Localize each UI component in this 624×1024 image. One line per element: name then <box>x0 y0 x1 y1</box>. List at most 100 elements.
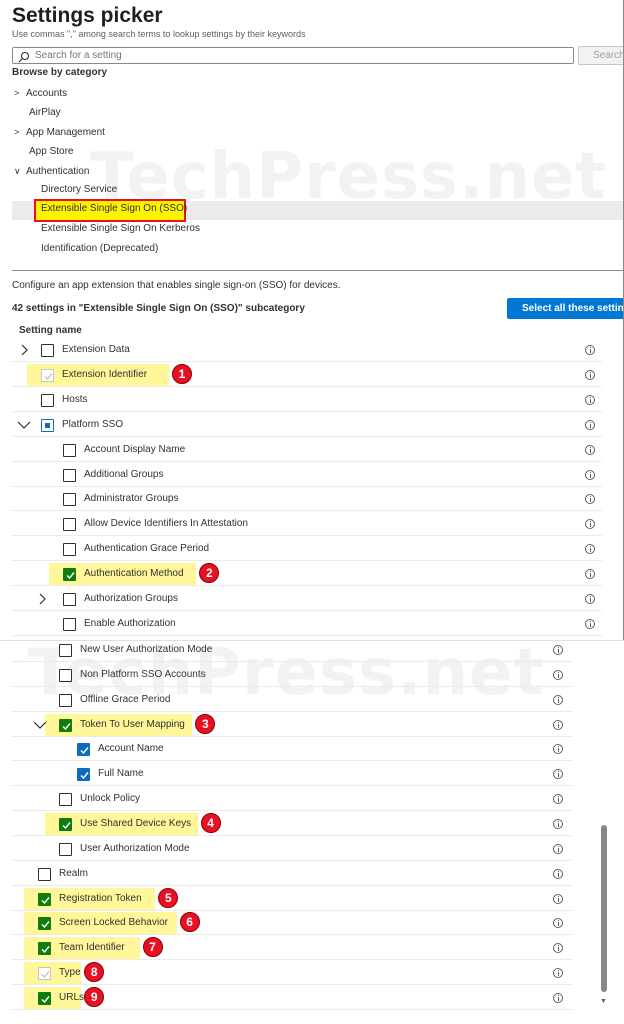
chevron-right-icon[interactable] <box>35 592 49 606</box>
setting-row[interactable]: Extension Identifier 1 <box>12 363 602 387</box>
setting-checkbox[interactable] <box>38 942 51 956</box>
info-icon[interactable] <box>553 943 563 954</box>
setting-row[interactable]: Extension Data <box>12 338 602 362</box>
info-icon[interactable] <box>585 494 595 505</box>
info-icon[interactable] <box>585 369 595 380</box>
info-icon[interactable] <box>553 669 563 680</box>
setting-row[interactable]: Authorization Groups <box>12 587 602 611</box>
subcategory-item[interactable]: Identification (Deprecated) <box>41 240 158 258</box>
setting-row[interactable]: Screen Locked Behavior 6 <box>12 911 572 936</box>
setting-row[interactable]: Non Platform SSO Accounts <box>12 663 572 687</box>
setting-checkbox[interactable] <box>63 617 76 631</box>
info-icon[interactable] <box>585 569 595 580</box>
setting-row[interactable]: Use Shared Device Keys 4 <box>12 812 572 836</box>
setting-checkbox[interactable] <box>63 568 76 582</box>
setting-checkbox[interactable] <box>63 493 76 507</box>
info-icon[interactable] <box>585 594 595 604</box>
category-item[interactable]: > Accounts <box>14 84 67 102</box>
info-icon[interactable] <box>585 419 595 430</box>
subcategory-item[interactable]: Extensible Single Sign On Kerberos <box>41 220 200 238</box>
setting-row[interactable]: Administrator Groups <box>12 487 602 512</box>
chevron-down-icon[interactable] <box>17 418 31 432</box>
setting-row[interactable]: New User Authorization Mode <box>12 640 572 662</box>
setting-row[interactable]: User Authorization Mode <box>12 837 572 861</box>
setting-row[interactable]: Full Name <box>12 762 572 787</box>
setting-row[interactable]: Token To User Mapping 3 <box>12 713 572 737</box>
setting-row[interactable]: Enable Authorization <box>12 612 602 636</box>
setting-checkbox[interactable] <box>38 867 51 881</box>
category-item[interactable]: ∨ Authentication <box>14 162 89 180</box>
setting-row[interactable]: Type 8 <box>12 961 572 986</box>
setting-checkbox[interactable] <box>77 768 90 782</box>
search-button[interactable]: Search <box>578 46 623 65</box>
setting-row[interactable]: Authentication Method 2 <box>12 562 602 587</box>
info-icon[interactable] <box>553 818 563 829</box>
info-icon[interactable] <box>553 694 563 705</box>
setting-checkbox[interactable] <box>59 718 72 732</box>
info-icon[interactable] <box>585 394 595 405</box>
setting-checkbox[interactable] <box>63 443 76 457</box>
subcategory-item-selected[interactable]: Extensible Single Sign On (SSO) <box>41 203 187 214</box>
search-box[interactable] <box>12 47 574 64</box>
setting-checkbox[interactable] <box>38 967 51 981</box>
setting-checkbox[interactable] <box>59 668 72 682</box>
category-item[interactable]: > App Management <box>14 123 105 141</box>
setting-checkbox[interactable] <box>77 743 90 757</box>
setting-row[interactable]: Account Display Name <box>12 438 602 462</box>
setting-checkbox[interactable] <box>63 518 76 532</box>
setting-row[interactable]: Allow Device Identifiers In Attestation <box>12 512 602 537</box>
chevron-right-icon[interactable] <box>17 343 31 357</box>
setting-checkbox[interactable] <box>63 468 76 482</box>
setting-checkbox[interactable] <box>38 917 51 931</box>
setting-checkbox[interactable] <box>59 644 72 657</box>
setting-checkbox[interactable] <box>38 892 51 906</box>
setting-checkbox[interactable] <box>41 368 54 382</box>
setting-checkbox[interactable] <box>38 991 51 1005</box>
info-icon[interactable] <box>585 469 595 480</box>
info-icon[interactable] <box>553 868 563 879</box>
setting-checkbox[interactable] <box>59 817 72 831</box>
setting-row[interactable]: Unlock Policy <box>12 787 572 812</box>
info-icon[interactable] <box>553 968 563 979</box>
setting-row[interactable]: Realm <box>12 862 572 886</box>
info-icon[interactable] <box>553 645 563 655</box>
setting-row[interactable]: Platform SSO <box>12 413 602 437</box>
search-input[interactable] <box>35 50 555 61</box>
setting-row[interactable]: Offline Grace Period <box>12 688 572 712</box>
info-icon[interactable] <box>585 345 595 355</box>
info-icon[interactable] <box>585 444 595 455</box>
setting-row[interactable]: URLs 9 <box>12 986 572 1010</box>
setting-checkbox[interactable] <box>41 344 54 357</box>
scroll-down-icon[interactable]: ▼ <box>600 998 607 1005</box>
setting-row[interactable]: Account Name <box>12 737 572 762</box>
setting-row[interactable]: Team Identifier 7 <box>12 936 572 961</box>
setting-row[interactable]: Authentication Grace Period <box>12 537 602 562</box>
setting-checkbox[interactable] <box>41 418 54 432</box>
setting-checkbox[interactable] <box>59 842 72 856</box>
info-icon[interactable] <box>553 918 563 929</box>
info-icon[interactable] <box>585 544 595 555</box>
setting-checkbox[interactable] <box>63 593 76 606</box>
category-item[interactable]: AirPlay <box>14 104 61 122</box>
subcategory-item[interactable]: Directory Service <box>41 181 117 199</box>
setting-checkbox[interactable] <box>63 543 76 557</box>
setting-checkbox[interactable] <box>59 793 72 807</box>
select-all-button[interactable]: Select all these setting <box>507 298 623 319</box>
setting-row[interactable]: Hosts <box>12 388 602 412</box>
info-icon[interactable] <box>553 843 563 854</box>
info-icon[interactable] <box>585 519 595 530</box>
info-icon[interactable] <box>553 794 563 805</box>
info-icon[interactable] <box>585 618 595 629</box>
category-item[interactable]: App Store <box>14 143 73 161</box>
chevron-down-icon[interactable] <box>33 718 47 732</box>
info-icon[interactable] <box>553 719 563 730</box>
info-icon[interactable] <box>553 893 563 904</box>
setting-checkbox[interactable] <box>41 393 54 407</box>
scrollbar-thumb[interactable] <box>601 825 607 992</box>
setting-checkbox[interactable] <box>59 693 72 707</box>
setting-row[interactable]: Additional Groups <box>12 463 602 487</box>
info-icon[interactable] <box>553 769 563 780</box>
info-icon[interactable] <box>553 992 563 1003</box>
info-icon[interactable] <box>553 744 563 755</box>
setting-row[interactable]: Registration Token 5 <box>12 887 572 911</box>
